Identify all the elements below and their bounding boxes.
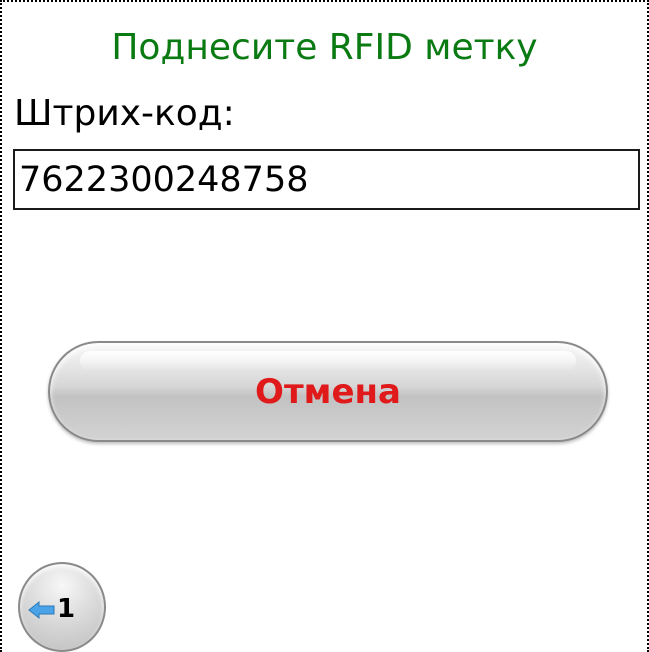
page-number: 1 — [57, 594, 76, 624]
page-title: Поднесите RFID метку — [111, 27, 538, 68]
page-back-button[interactable]: 1 — [18, 562, 106, 652]
barcode-label: Штрих-код: — [14, 93, 235, 134]
cancel-button-label: Отмена — [255, 371, 401, 412]
arrow-left-icon — [28, 600, 55, 620]
cancel-button[interactable]: Отмена — [48, 341, 608, 442]
button-highlight — [80, 351, 576, 371]
barcode-input[interactable] — [13, 149, 640, 210]
